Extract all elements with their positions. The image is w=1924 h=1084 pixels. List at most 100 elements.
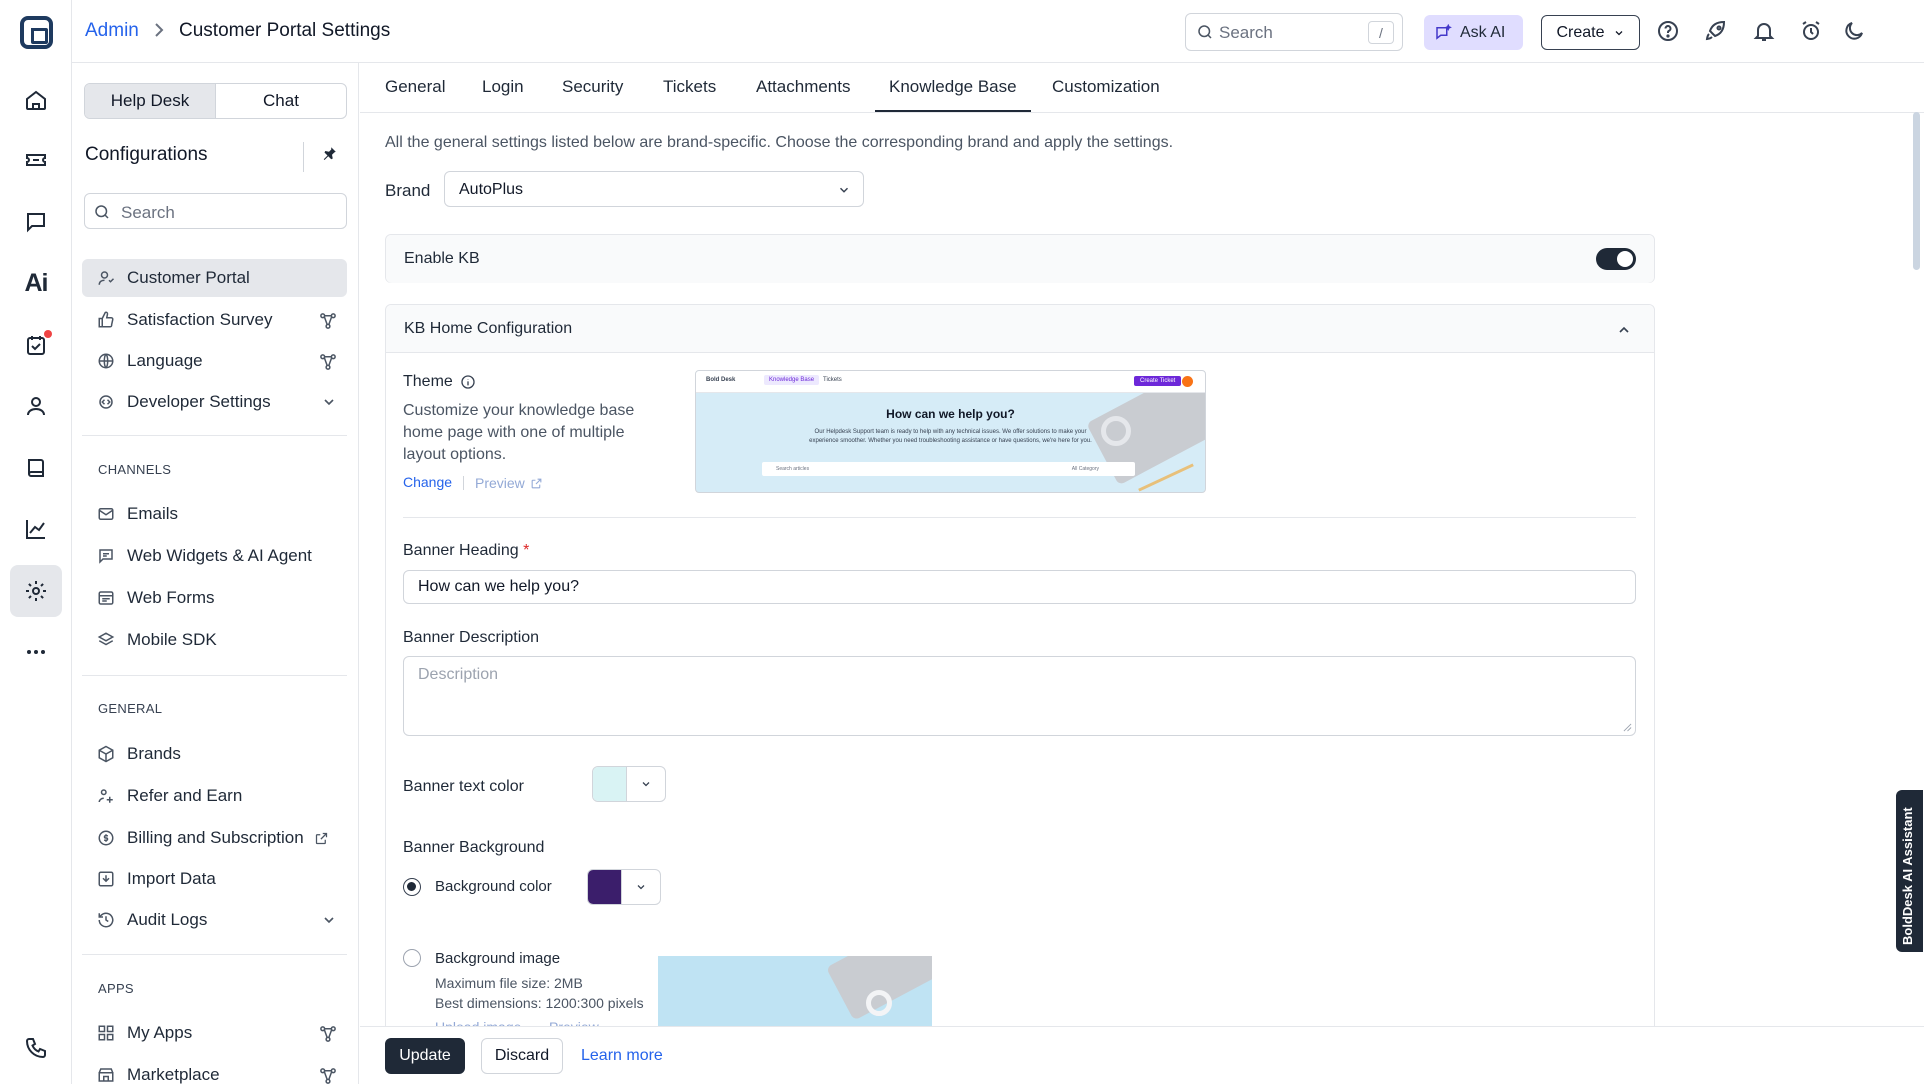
- sidebar-item-developer-settings[interactable]: Developer Settings: [82, 383, 347, 421]
- create-button[interactable]: Create: [1541, 15, 1640, 50]
- brand-select[interactable]: AutoPlus: [444, 171, 864, 207]
- phone-icon[interactable]: [10, 1022, 62, 1074]
- divider: [82, 675, 347, 676]
- sidebar-item-import-data[interactable]: Import Data: [82, 860, 347, 898]
- sidebar-item-web-forms[interactable]: Web Forms: [82, 579, 347, 617]
- product-switcher: Help Desk Chat: [84, 83, 347, 119]
- preview-logo: Bold Desk: [706, 377, 736, 383]
- chevron-down-icon: [321, 394, 337, 410]
- divider: [82, 954, 347, 955]
- tab-login[interactable]: Login: [482, 77, 524, 110]
- sidebar-item-billing[interactable]: Billing and Subscription: [82, 819, 347, 857]
- resize-grip-icon: [1623, 723, 1632, 732]
- discard-button[interactable]: Discard: [481, 1038, 563, 1074]
- chat-icon[interactable]: [10, 196, 62, 248]
- update-button[interactable]: Update: [385, 1038, 465, 1074]
- global-search-input[interactable]: Search /: [1185, 13, 1403, 51]
- preview-subtext: Our Helpdesk Support team is ready to he…: [809, 429, 1092, 444]
- sidebar-item-web-widgets[interactable]: Web Widgets & AI Agent: [82, 537, 347, 575]
- tickets-icon[interactable]: [10, 134, 62, 186]
- enable-kb-toggle[interactable]: [1596, 248, 1636, 270]
- notification-dot: [44, 330, 52, 338]
- banner-text-color-picker[interactable]: [592, 766, 666, 802]
- preview-create-ticket: Create Ticket: [1134, 376, 1182, 386]
- knowledge-base-icon[interactable]: [10, 442, 62, 494]
- theme-label: Theme: [403, 373, 453, 390]
- store-icon: [96, 1066, 115, 1084]
- sidebar-item-language[interactable]: Language: [82, 342, 347, 380]
- form-icon: [96, 589, 115, 607]
- tab-tickets[interactable]: Tickets: [663, 77, 716, 110]
- ai-icon[interactable]: Ai: [10, 257, 62, 309]
- ai-assistant-tab[interactable]: BoldDesk AI Assistant: [1896, 790, 1923, 952]
- background-image-size-info: Maximum file size: 2MB: [435, 975, 583, 991]
- background-color-label: Background color: [435, 878, 552, 895]
- sidebar-item-label: Customer Portal: [127, 268, 250, 287]
- sidebar-item-label: Audit Logs: [127, 910, 208, 929]
- divider: [403, 517, 1636, 518]
- info-icon[interactable]: [460, 374, 476, 390]
- reports-icon[interactable]: [10, 503, 62, 555]
- sidebar-item-label: Marketplace: [127, 1065, 220, 1084]
- search-shortcut: /: [1368, 21, 1394, 44]
- banner-heading-input[interactable]: How can we help you?: [403, 570, 1636, 604]
- ai-assistant-label: BoldDesk AI Assistant: [1900, 807, 1915, 945]
- banner-description-textarea[interactable]: Description: [403, 656, 1636, 736]
- ai-sparkle-icon: [1436, 23, 1452, 40]
- bell-icon[interactable]: [1752, 19, 1776, 43]
- ask-ai-button[interactable]: Ask AI: [1424, 15, 1523, 50]
- tasks-icon[interactable]: [10, 319, 62, 371]
- alarm-clock-icon[interactable]: [1799, 19, 1823, 43]
- rocket-icon[interactable]: [1704, 19, 1728, 43]
- sidebar-item-customer-portal[interactable]: Customer Portal: [82, 259, 347, 297]
- create-label: Create: [1556, 23, 1605, 41]
- background-color-radio[interactable]: [403, 878, 421, 896]
- dark-mode-icon[interactable]: [1842, 19, 1866, 43]
- mail-icon: [96, 505, 115, 523]
- tab-security[interactable]: Security: [562, 77, 623, 110]
- background-image-radio[interactable]: [403, 949, 421, 967]
- preview-tab-kb: Knowledge Base: [764, 375, 820, 385]
- sidebar-item-label: Import Data: [127, 869, 216, 888]
- breadcrumb-admin[interactable]: Admin: [85, 20, 139, 42]
- home-icon[interactable]: [10, 74, 62, 126]
- contacts-icon[interactable]: [10, 380, 62, 432]
- more-icon[interactable]: [10, 626, 62, 678]
- segment-chat[interactable]: Chat: [216, 84, 346, 118]
- sidebar-item-label: Billing and Subscription: [127, 828, 304, 847]
- sidebar-item-satisfaction-survey[interactable]: Satisfaction Survey: [82, 301, 347, 339]
- sidebar-item-refer-and-earn[interactable]: Refer and Earn: [82, 777, 347, 815]
- help-icon[interactable]: [1656, 19, 1680, 43]
- tab-general[interactable]: General: [385, 77, 445, 110]
- sidebar-item-marketplace[interactable]: Marketplace: [82, 1056, 347, 1084]
- settings-icon[interactable]: [10, 565, 62, 617]
- tab-attachments[interactable]: Attachments: [756, 77, 851, 110]
- sidebar-item-label: Brands: [127, 744, 181, 763]
- background-image-label: Background image: [435, 950, 561, 967]
- tab-customization[interactable]: Customization: [1052, 77, 1160, 110]
- sidebar-item-audit-logs[interactable]: Audit Logs: [82, 901, 347, 939]
- tab-knowledge-base[interactable]: Knowledge Base: [875, 77, 1031, 112]
- sidebar-item-emails[interactable]: Emails: [82, 495, 347, 533]
- sidebar-item-my-apps[interactable]: My Apps: [82, 1014, 347, 1052]
- workflow-icon: [319, 1067, 337, 1084]
- sidebar-search-input[interactable]: Search: [84, 193, 347, 229]
- code-gear-icon: [96, 393, 115, 411]
- main-scrollbar[interactable]: [1913, 112, 1920, 270]
- background-color-picker[interactable]: [587, 869, 661, 905]
- app-logo[interactable]: [20, 16, 53, 49]
- learn-more-link[interactable]: Learn more: [581, 1047, 663, 1065]
- theme-preview-thumbnail[interactable]: Bold Desk Knowledge Base Tickets Create …: [695, 370, 1206, 493]
- section-label-channels: CHANNELS: [98, 462, 172, 477]
- change-theme-link[interactable]: Change: [403, 474, 452, 490]
- segment-help-desk[interactable]: Help Desk: [85, 84, 216, 118]
- box-icon: [96, 745, 115, 763]
- sidebar-item-mobile-sdk[interactable]: Mobile SDK: [82, 621, 347, 659]
- sidebar-item-brands[interactable]: Brands: [82, 735, 347, 773]
- chevron-up-icon[interactable]: [1616, 322, 1632, 338]
- preview-label: Preview: [475, 475, 525, 491]
- preview-theme-link[interactable]: Preview: [475, 475, 543, 491]
- pin-icon[interactable]: [320, 145, 338, 163]
- preview-search: Search articles All Category: [762, 462, 1135, 476]
- settings-tabs: General Login Security Tickets Attachmen…: [360, 63, 1924, 113]
